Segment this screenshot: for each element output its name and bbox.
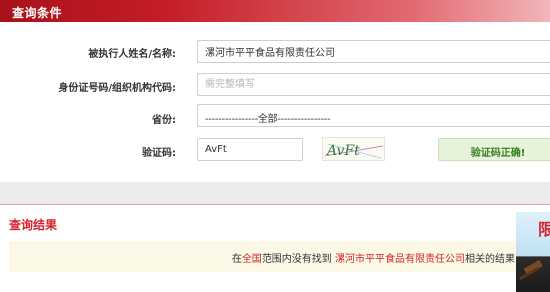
- captcha-image[interactable]: AvFt: [322, 137, 385, 161]
- name-input[interactable]: [197, 40, 550, 63]
- captcha-status-text: 验证码正确!: [470, 148, 526, 159]
- section-divider: [0, 182, 550, 204]
- name-label: 被执行人姓名/名称:: [88, 49, 176, 60]
- results-title: 查询结果: [9, 218, 58, 232]
- id-number-label: 身份证号码/组织机构代码:: [58, 83, 176, 94]
- search-conditions-header: 查询条件: [0, 0, 550, 22]
- results-panel: 查询结果 在全国范围内没有找到 漯河市平平食品有限责任公司相关的结果: [0, 204, 550, 292]
- msg-suffix: 相关的结果: [465, 254, 515, 265]
- search-conditions-title: 查询条件: [12, 6, 63, 20]
- province-selected-value: ----------------全部----------------: [205, 114, 331, 125]
- province-label: 省份:: [152, 115, 176, 126]
- no-results-notice: 在全国范围内没有找到 漯河市平平食品有限责任公司相关的结果: [9, 241, 519, 272]
- msg-company: 漯河市平平食品有限责任公司: [335, 254, 465, 265]
- msg-scope: 全国: [241, 254, 262, 265]
- captcha-graphic: AvFt: [324, 143, 384, 159]
- captcha-label: 验证码:: [142, 148, 176, 159]
- captcha-image-text: AvFt: [325, 143, 360, 159]
- side-banner[interactable]: 限: [516, 212, 550, 292]
- captcha-status-badge: 验证码正确!: [438, 138, 550, 161]
- msg-prefix: 在: [231, 254, 242, 265]
- captcha-input[interactable]: [197, 138, 303, 161]
- id-number-input[interactable]: [197, 73, 550, 96]
- gavel-icon: [518, 260, 543, 281]
- province-select[interactable]: ----------------全部----------------: [197, 104, 550, 127]
- no-results-message: 在全国范围内没有找到 漯河市平平食品有限责任公司相关的结果: [232, 250, 515, 265]
- msg-middle: 范围内没有找到: [261, 254, 332, 265]
